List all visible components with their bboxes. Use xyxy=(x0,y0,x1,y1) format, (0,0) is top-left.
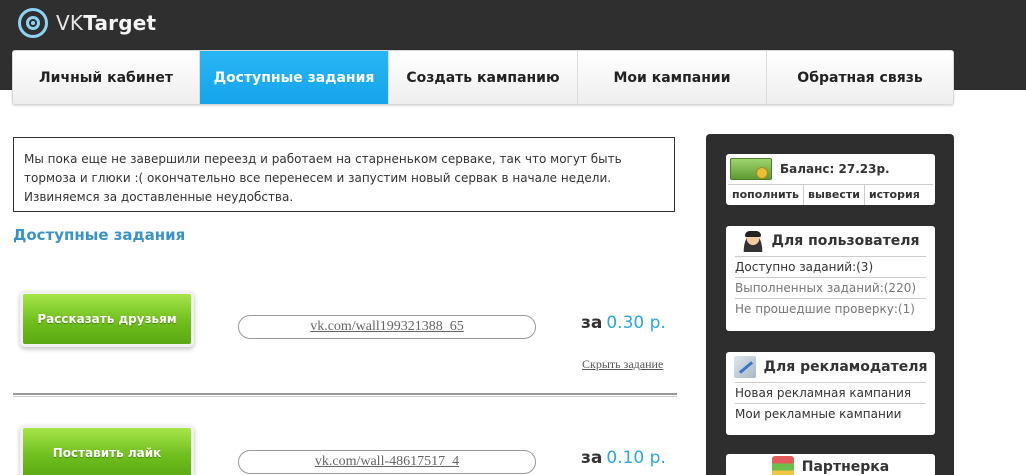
nav-personal-cabinet[interactable]: Личный кабинет xyxy=(13,51,200,104)
completed-tasks-link[interactable]: Выполненных заданий:(220) xyxy=(735,277,926,298)
hide-task-link[interactable]: Скрыть задание xyxy=(582,357,663,372)
nav-create-campaign[interactable]: Создать кампанию xyxy=(389,51,578,104)
balance-header: Баланс: 27.23р. xyxy=(726,154,935,184)
partner-widget-header[interactable]: Партнерка xyxy=(726,454,935,475)
balance-actions: пополнить вывести история xyxy=(728,184,933,205)
nav-feedback[interactable]: Обратная связь xyxy=(767,51,953,104)
available-tasks-link[interactable]: Доступно заданий:(3) xyxy=(735,256,926,277)
section-title: Доступные задания xyxy=(13,226,186,244)
task-divider xyxy=(13,393,677,397)
my-campaigns-link[interactable]: Мои рекламные кампании xyxy=(735,403,926,424)
price-amount: 0.10 р. xyxy=(606,448,666,468)
history-link[interactable]: история xyxy=(865,185,924,205)
partner-widget-title: Партнерка xyxy=(801,459,890,475)
main-nav: Личный кабинет Доступные задания Создать… xyxy=(12,50,954,105)
partner-widget: Партнерка xyxy=(726,454,935,475)
balance-widget: Баланс: 27.23р. пополнить вывести истори… xyxy=(726,154,935,205)
new-campaign-link[interactable]: Новая рекламная кампания xyxy=(735,382,926,403)
price-prefix: за xyxy=(581,313,603,333)
top-up-link[interactable]: пополнить xyxy=(728,185,805,205)
nav-my-campaigns[interactable]: Мои кампании xyxy=(578,51,767,104)
task-price: за 0.10 р. xyxy=(581,448,666,468)
logo-prefix: VK xyxy=(56,11,84,35)
advertiser-widget: Для рекламодателя Новая рекламная кампан… xyxy=(726,352,935,435)
target-icon xyxy=(18,8,48,38)
right-sidebar: Баланс: 27.23р. пополнить вывести истори… xyxy=(706,134,954,475)
notice-box: Мы пока еще не завершили переезд и работ… xyxy=(13,137,675,212)
advertiser-widget-header: Для рекламодателя xyxy=(726,352,935,382)
balance-label: Баланс: 27.23р. xyxy=(780,162,890,176)
failed-review-link[interactable]: Не прошедшие проверку:(1) xyxy=(735,298,926,319)
task-link[interactable]: vk.com/wall-48617517_4 xyxy=(238,450,536,474)
advertiser-icon xyxy=(733,356,756,378)
price-prefix: за xyxy=(581,448,603,468)
logo-text: VKTarget xyxy=(56,11,156,35)
partner-icon xyxy=(771,456,794,475)
price-amount: 0.30 р. xyxy=(606,313,666,333)
task-link[interactable]: vk.com/wall199321388_65 xyxy=(238,315,536,339)
share-with-friends-button[interactable]: Рассказать друзьям xyxy=(23,294,191,344)
withdraw-link[interactable]: вывести xyxy=(804,185,865,205)
like-button[interactable]: Поставить лайк xyxy=(23,428,191,475)
user-icon xyxy=(741,230,764,252)
user-widget: Для пользователя Доступно заданий:(3) Вы… xyxy=(726,226,935,331)
task-price: за 0.30 р. xyxy=(581,313,666,333)
user-widget-title: Для пользователя xyxy=(771,233,920,249)
advertiser-widget-title: Для рекламодателя xyxy=(763,359,928,375)
nav-available-tasks[interactable]: Доступные задания xyxy=(200,51,389,104)
logo-suffix: Target xyxy=(83,11,157,35)
user-widget-header: Для пользователя xyxy=(726,226,935,256)
logo[interactable]: VKTarget xyxy=(18,8,156,38)
money-icon xyxy=(730,158,772,180)
